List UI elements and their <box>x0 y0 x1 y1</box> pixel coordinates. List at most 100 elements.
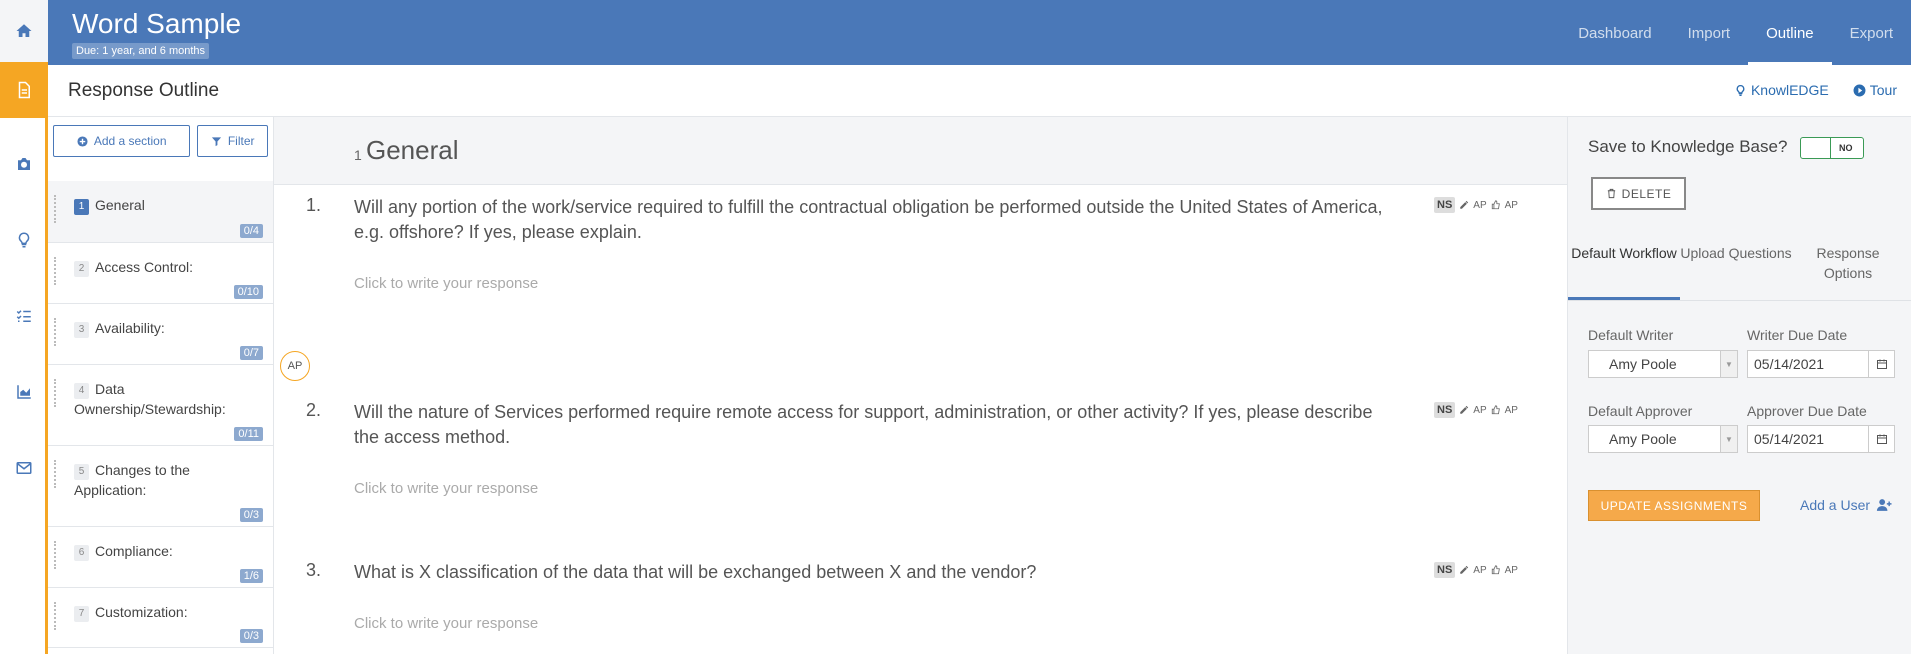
approver-due-date-value: 05/14/2021 <box>1754 431 1825 447</box>
drag-handle[interactable] <box>54 460 57 488</box>
section-count: 0/3 <box>239 508 263 522</box>
sidebar-item-access-control[interactable]: 2 Access Control: 0/10 <box>48 243 273 304</box>
response-input[interactable]: Click to write your response <box>354 275 538 292</box>
workflow-panel: Save to Knowledge Base? NO DELETE Defaul… <box>1567 117 1911 654</box>
approver-due-date-input[interactable]: 05/14/2021 <box>1747 425 1895 453</box>
question-number: 1. <box>306 195 322 215</box>
sidebar-item-data-ownership[interactable]: 4 Data Ownership/Stewardship: 0/11 <box>48 365 273 446</box>
drag-handle[interactable] <box>54 318 57 346</box>
section-label: Changes to the Application: <box>74 462 190 498</box>
trash-icon <box>1607 188 1615 199</box>
plus-circle-icon <box>77 135 88 147</box>
pencil-icon <box>1460 565 1469 574</box>
section-count: 0/4 <box>239 224 263 238</box>
nav-dashboard[interactable]: Dashboard <box>1560 0 1669 65</box>
question-meta: NS AP AP <box>1434 197 1518 213</box>
section-header-number: 1 <box>354 147 362 163</box>
avatar[interactable]: AP <box>280 351 310 381</box>
document-icon[interactable] <box>0 62 48 118</box>
section-count: 0/10 <box>233 285 263 299</box>
response-input[interactable]: Click to write your response <box>354 480 538 497</box>
sub-header: Response Outline KnowlEDGE Tour <box>48 65 1911 117</box>
lightbulb-icon <box>1736 84 1745 96</box>
calendar-icon[interactable] <box>1868 351 1894 377</box>
drag-handle[interactable] <box>54 602 57 630</box>
sidebar-item-availability[interactable]: 3 Availability: 0/7 <box>48 304 273 365</box>
tab-response-options[interactable]: Response Options <box>1792 229 1904 300</box>
nav-export[interactable]: Export <box>1832 0 1911 65</box>
section-sidebar: Add a section Filter 1 General 0/4 2 Acces… <box>48 117 274 654</box>
approver-initials: AP <box>1504 564 1518 576</box>
question-meta: NS AP AP <box>1434 562 1518 578</box>
section-count: 1/6 <box>239 569 263 583</box>
writer-initials: AP <box>1473 564 1487 576</box>
writer-due-date-label: Writer Due Date <box>1747 327 1848 343</box>
thumbs-up-icon <box>1491 405 1500 415</box>
writer-due-date-input[interactable]: 05/14/2021 <box>1747 350 1895 378</box>
drag-handle[interactable] <box>54 541 57 569</box>
outline-content: 1 General 1. Will any portion of the wor… <box>274 117 1567 654</box>
section-number: 1 <box>74 199 89 215</box>
checklist-icon[interactable] <box>0 278 48 354</box>
question-number: 3. <box>306 560 322 580</box>
knowledge-link[interactable]: KnowlEDGE <box>1734 82 1829 98</box>
sidebar-item-customization[interactable]: 7 Customization: 0/3 <box>48 588 273 648</box>
toggle-label: NO <box>1839 143 1853 153</box>
lightbulb-icon[interactable] <box>0 202 48 278</box>
tab-default-workflow[interactable]: Default Workflow <box>1568 229 1680 300</box>
thumbs-up-icon <box>1491 200 1500 210</box>
panel-tabs: Default Workflow Upload Questions Respon… <box>1568 229 1911 301</box>
nav-import[interactable]: Import <box>1670 0 1749 65</box>
question-meta: NS AP AP <box>1434 402 1518 418</box>
section-count: 0/11 <box>234 427 263 441</box>
add-user-label: Add a User <box>1800 497 1871 513</box>
response-input[interactable]: Click to write your response <box>354 615 538 632</box>
section-count: 0/7 <box>239 346 263 360</box>
writer-initials: AP <box>1473 199 1487 211</box>
update-assignments-button[interactable]: UPDATE ASSIGNMENTS <box>1588 490 1760 521</box>
page-title: Response Outline <box>68 80 220 101</box>
status-badge: NS <box>1434 562 1456 578</box>
camera-icon[interactable] <box>0 126 48 202</box>
default-approver-select[interactable]: Amy Poole ▼ <box>1588 425 1738 453</box>
tour-link[interactable]: Tour <box>1853 82 1897 98</box>
default-approver-value: Amy Poole <box>1609 431 1677 447</box>
pencil-icon <box>1460 200 1469 209</box>
add-user-button[interactable]: Add a User <box>1800 497 1893 513</box>
pencil-icon <box>1460 405 1469 414</box>
drag-handle[interactable] <box>54 379 57 407</box>
drag-handle[interactable] <box>54 257 57 285</box>
approver-initials: AP <box>1504 199 1518 211</box>
chart-icon[interactable] <box>0 354 48 430</box>
home-icon[interactable] <box>0 0 48 62</box>
delete-button[interactable]: DELETE <box>1591 177 1686 210</box>
question-item: 2. Will the nature of Services performed… <box>274 400 1567 530</box>
sidebar-item-general[interactable]: 1 General 0/4 <box>48 181 273 243</box>
approver-initials: AP <box>1504 404 1518 416</box>
drag-handle[interactable] <box>54 195 57 223</box>
filter-label: Filter <box>227 134 255 148</box>
default-writer-select[interactable]: Amy Poole ▼ <box>1588 350 1738 378</box>
add-section-button[interactable]: Add a section <box>53 125 191 157</box>
status-badge: NS <box>1434 402 1456 418</box>
tab-upload-questions[interactable]: Upload Questions <box>1680 229 1792 300</box>
question-number: 2. <box>306 400 322 420</box>
knowledge-base-toggle[interactable]: NO <box>1800 137 1864 159</box>
calendar-icon[interactable] <box>1868 426 1894 452</box>
top-nav: Dashboard Import Outline Export <box>1560 0 1911 65</box>
delete-label: DELETE <box>1621 186 1672 201</box>
thumbs-up-icon <box>1491 565 1500 575</box>
filter-icon <box>211 136 221 146</box>
filter-button[interactable]: Filter <box>197 125 268 157</box>
question-text: Will the nature of Services performed re… <box>354 402 1373 447</box>
status-badge: NS <box>1434 197 1456 213</box>
envelope-icon[interactable] <box>0 430 48 506</box>
toggle-knob <box>1801 138 1831 158</box>
knowledge-base-label: Save to Knowledge Base? <box>1588 137 1788 156</box>
section-label: Compliance: <box>95 543 173 559</box>
knowledge-label: KnowlEDGE <box>1750 82 1829 98</box>
nav-outline[interactable]: Outline <box>1748 0 1832 65</box>
section-number: 6 <box>74 545 89 561</box>
sidebar-item-changes[interactable]: 5 Changes to the Application: 0/3 <box>48 446 273 527</box>
sidebar-item-compliance[interactable]: 6 Compliance: 1/6 <box>48 527 273 588</box>
